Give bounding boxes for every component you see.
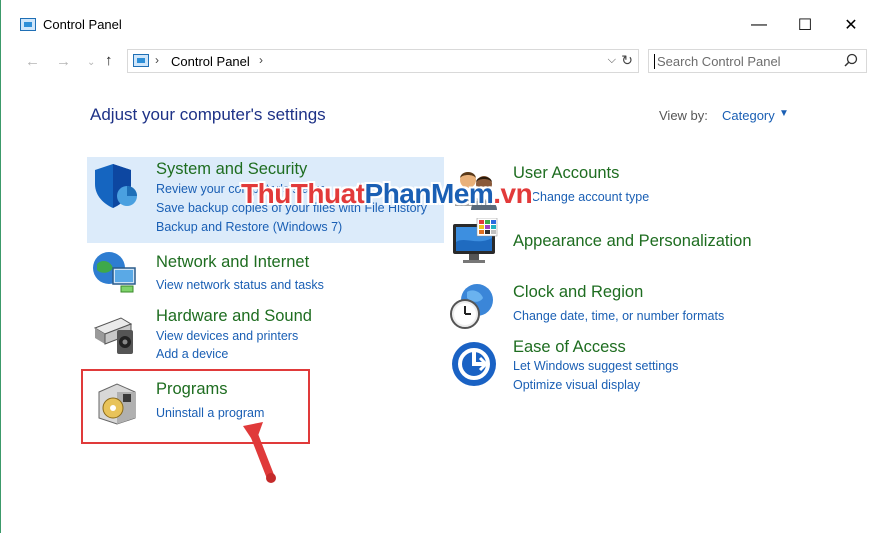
link-view-network-status[interactable]: View network status and tasks <box>156 278 324 292</box>
recent-locations-chevron-icon[interactable]: ⌄ <box>87 57 95 68</box>
network-globe-icon <box>93 252 136 293</box>
category-title-appearance-and-personalization[interactable]: Appearance and Personalization <box>513 232 752 251</box>
shield-icon <box>95 164 137 208</box>
control-panel-icon <box>20 18 36 31</box>
category-title-clock-and-region[interactable]: Clock and Region <box>513 283 643 302</box>
minimize-button[interactable]: — <box>736 10 782 40</box>
back-arrow-icon[interactable]: ← <box>25 53 40 70</box>
link-let-windows-suggest-settings[interactable]: Let Windows suggest settings <box>513 359 678 373</box>
ease-of-access-icon <box>452 342 496 386</box>
address-dropdown-icon[interactable]: ⌵ <box>608 54 616 67</box>
link-add-a-device[interactable]: Add a device <box>156 347 228 361</box>
view-by-dropdown[interactable]: Category <box>722 108 775 123</box>
search-input[interactable]: Search Control Panel <box>648 49 867 73</box>
address-bar[interactable]: › Control Panel › ⌵ ↻ <box>127 49 639 73</box>
monitor-palette-icon <box>453 218 498 263</box>
watermark: ThuThuatPhanMem.vn <box>241 178 533 209</box>
control-panel-icon <box>133 54 149 67</box>
control-panel-window: Control Panel — ☐ ✕ ← → ⌄ ↑ › Control Pa… <box>0 0 870 533</box>
link-change-account-type[interactable]: Change account type <box>531 190 649 204</box>
page-title: Adjust your computer's settings <box>90 105 326 124</box>
search-icon[interactable] <box>844 53 858 70</box>
link-optimize-visual-display[interactable]: Optimize visual display <box>513 378 640 392</box>
clock-globe-icon <box>450 284 493 329</box>
view-by-label: View by: <box>659 108 708 123</box>
close-button[interactable]: ✕ <box>828 10 870 40</box>
view-by-caret-icon[interactable]: ▼ <box>779 108 789 119</box>
printer-speaker-icon <box>93 317 133 354</box>
link-backup-and-restore[interactable]: Backup and Restore (Windows 7) <box>156 220 342 234</box>
search-placeholder: Search Control Panel <box>654 54 781 69</box>
breadcrumb-chevron-icon[interactable]: › <box>259 53 263 67</box>
up-arrow-icon[interactable]: ↑ <box>105 52 113 69</box>
breadcrumb-control-panel[interactable]: Control Panel <box>171 54 250 69</box>
link-view-devices-and-printers[interactable]: View devices and printers <box>156 329 298 343</box>
category-title-network-and-internet[interactable]: Network and Internet <box>156 253 309 272</box>
window-title: Control Panel <box>43 17 122 32</box>
link-change-date-time-formats[interactable]: Change date, time, or number formats <box>513 309 724 323</box>
refresh-icon[interactable]: ↻ <box>621 52 633 69</box>
category-title-system-and-security[interactable]: System and Security <box>156 160 307 179</box>
breadcrumb-chevron-icon[interactable]: › <box>155 53 159 67</box>
forward-arrow-icon[interactable]: → <box>56 53 71 70</box>
annotation-arrow-icon <box>243 422 276 483</box>
maximize-button[interactable]: ☐ <box>782 10 828 40</box>
title-bar: Control Panel — ☐ ✕ <box>1 0 870 42</box>
category-title-ease-of-access[interactable]: Ease of Access <box>513 338 626 357</box>
category-title-hardware-and-sound[interactable]: Hardware and Sound <box>156 307 312 326</box>
